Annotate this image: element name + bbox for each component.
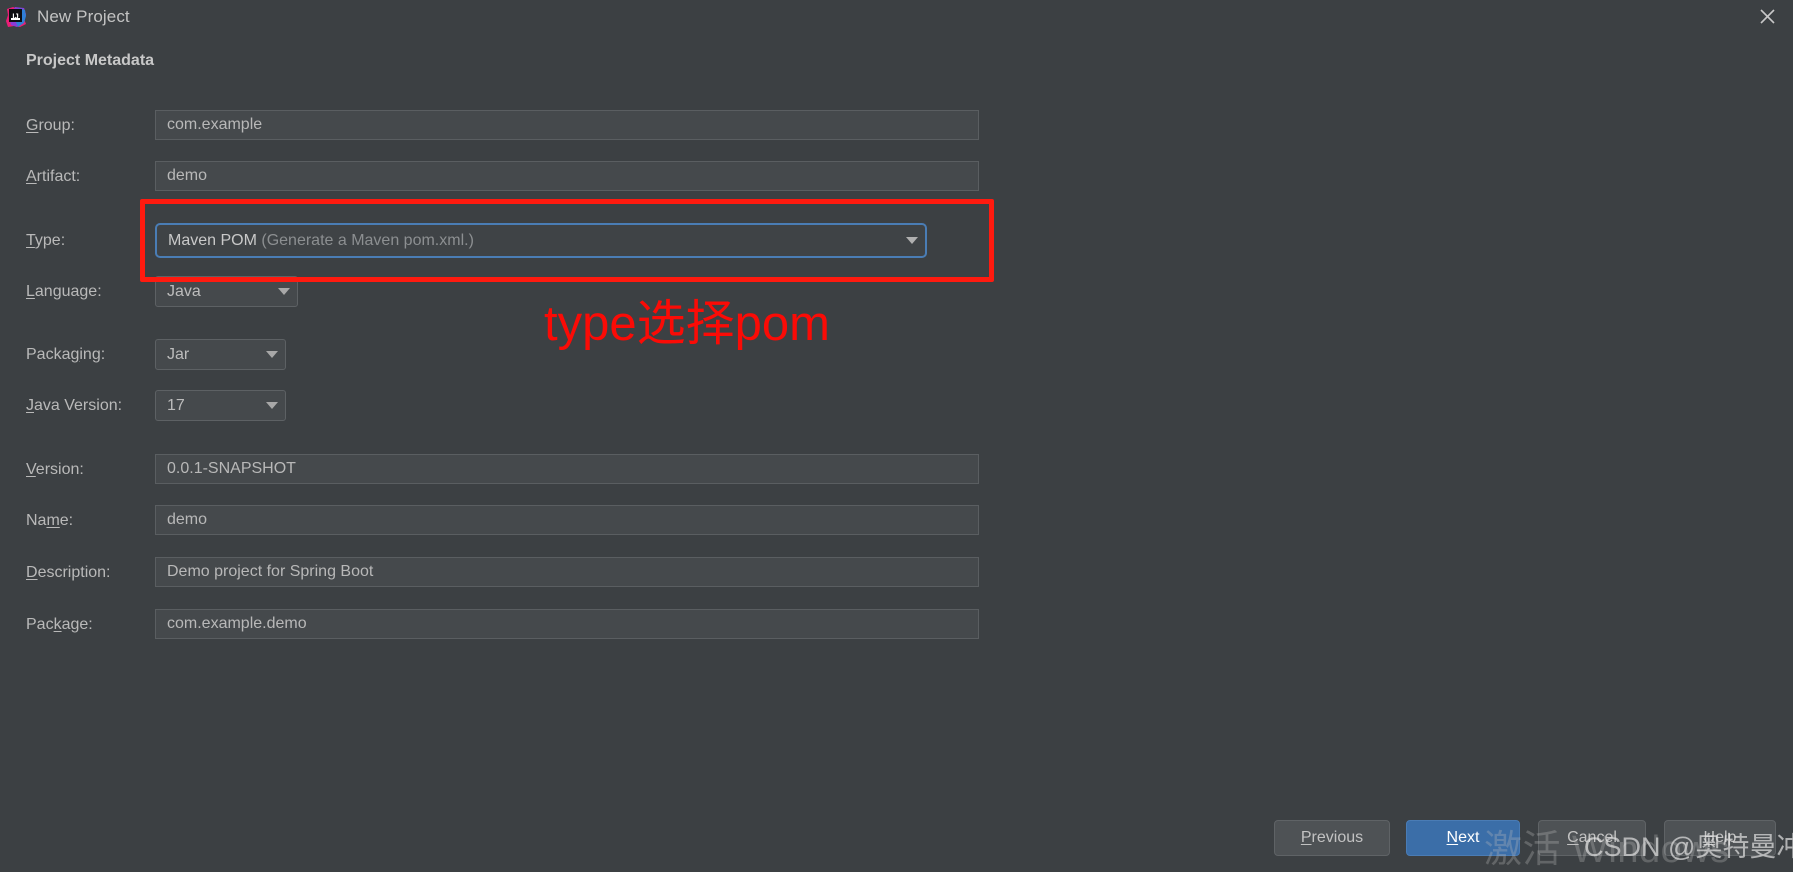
language-label: Language: (26, 283, 102, 300)
java-version-dropdown[interactable]: 17 (155, 390, 286, 421)
packaging-label: Packaging: (26, 346, 106, 363)
description-label: Description: (26, 564, 111, 581)
artifact-label: Artifact: (26, 168, 81, 185)
dialog-button-bar: Previous Next Cancel Help (0, 820, 1793, 858)
name-label: Name: (26, 512, 74, 529)
name-input[interactable] (155, 505, 979, 535)
group-input[interactable] (155, 110, 979, 140)
cancel-button[interactable]: Cancel (1538, 820, 1646, 856)
intellij-idea-icon: IJ (5, 6, 27, 28)
package-input[interactable] (155, 609, 979, 639)
window-title: New Project (37, 6, 130, 26)
title-bar: IJ New Project (0, 0, 1793, 33)
type-dropdown-value: Maven POM (Generate a Maven pom.xml.) (168, 231, 474, 249)
type-label: Type: (26, 232, 66, 249)
language-dropdown[interactable]: Java (155, 276, 298, 307)
version-input[interactable] (155, 454, 979, 484)
packaging-dropdown-value: Jar (167, 345, 190, 363)
packaging-dropdown[interactable]: Jar (155, 339, 286, 370)
group-label: Group: (26, 117, 75, 134)
package-label: Package: (26, 616, 93, 633)
java-version-dropdown-value: 17 (167, 396, 185, 414)
previous-button[interactable]: Previous (1274, 820, 1390, 856)
artifact-input[interactable] (155, 161, 979, 191)
section-heading: Project Metadata (26, 52, 155, 69)
help-button[interactable]: Help (1664, 820, 1776, 856)
chevron-down-icon (259, 391, 285, 420)
chevron-down-icon (259, 340, 285, 369)
java-version-label: Java Version: (26, 397, 123, 414)
language-dropdown-value: Java (167, 282, 201, 300)
chevron-down-icon (899, 225, 925, 256)
description-input[interactable] (155, 557, 979, 587)
annotation-text: type选择pom (544, 297, 830, 351)
version-label: Version: (26, 461, 84, 478)
next-button[interactable]: Next (1406, 820, 1520, 856)
chevron-down-icon (271, 277, 297, 306)
new-project-dialog: IJ New Project Project Metadata Group: A… (0, 0, 1793, 872)
type-dropdown[interactable]: Maven POM (Generate a Maven pom.xml.) (155, 223, 927, 258)
close-icon[interactable] (1741, 0, 1793, 33)
